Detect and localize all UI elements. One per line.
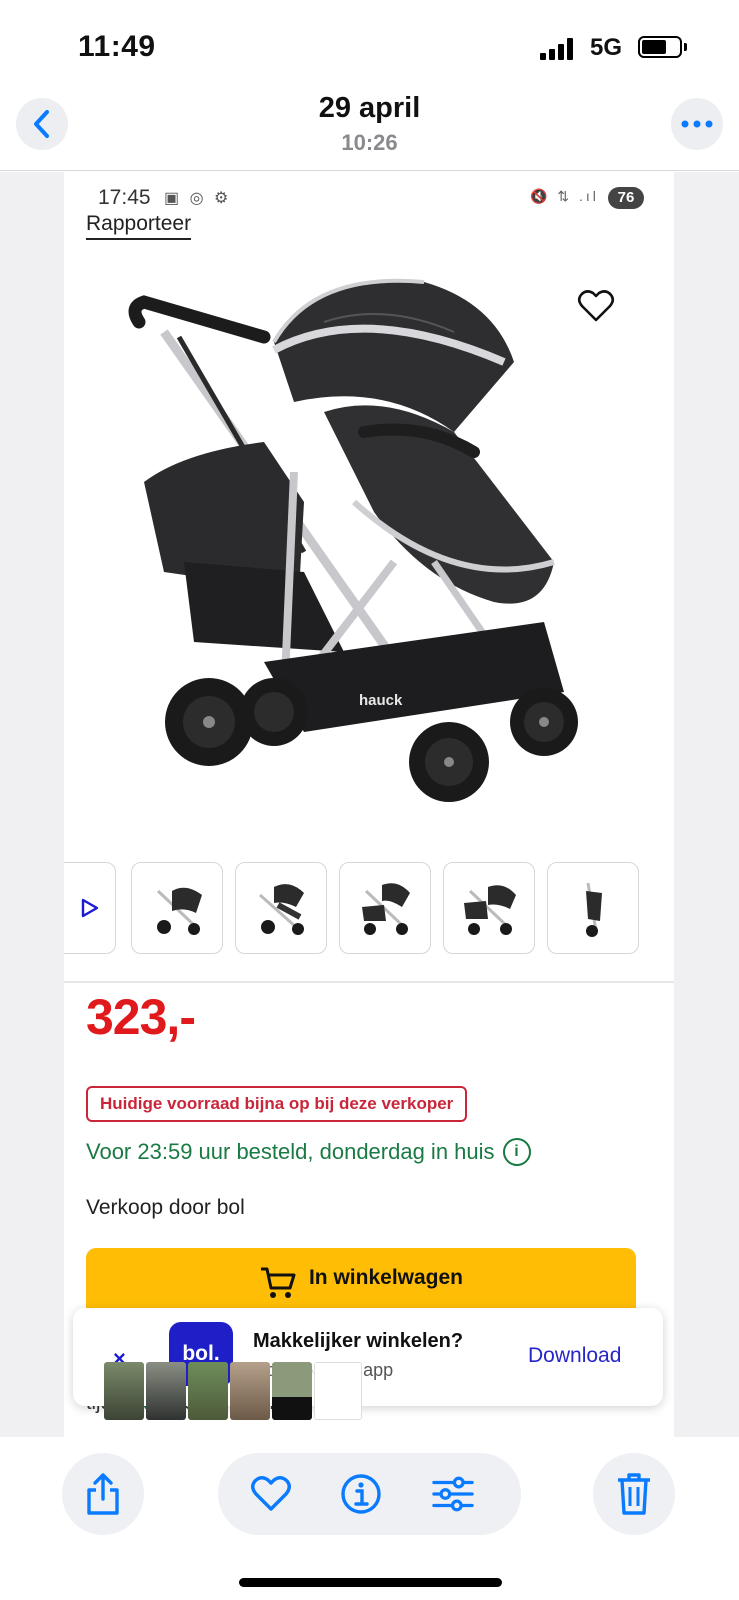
brand-label: hauck (359, 692, 403, 709)
trash-icon (618, 1473, 650, 1515)
share-button[interactable] (62, 1453, 144, 1535)
stroller-thumbnail (464, 885, 516, 935)
download-app-link[interactable]: Download (528, 1344, 621, 1368)
info-icon[interactable]: i (502, 1138, 531, 1166)
seller-info: Verkoop door bol (86, 1196, 245, 1219)
report-link[interactable]: Rapporteer (86, 212, 192, 240)
battery-tip (684, 43, 687, 51)
photo-thumbnail-strip[interactable] (104, 1362, 362, 1420)
shopping-cart-icon (260, 1267, 296, 1298)
heart-outline-icon[interactable] (576, 286, 616, 326)
inner-battery-badge: 76 (608, 187, 644, 209)
delivery-info: Voor 23:59 uur besteld, donderdag in hui… (86, 1138, 531, 1166)
stock-warning-badge: Huidige voorraad bijna op bij deze verko… (86, 1086, 468, 1122)
more-button[interactable] (671, 98, 723, 150)
stroller-thumbnail (362, 883, 410, 935)
favorite-button[interactable] (250, 1473, 292, 1515)
cellular-signal-icon (540, 38, 576, 60)
stroller-folded-thumbnail (586, 882, 602, 937)
thumbnail-video[interactable] (64, 862, 116, 954)
action-pill (218, 1453, 521, 1535)
thumbnail-image-2[interactable] (235, 862, 327, 954)
thumbnail-image-1[interactable] (131, 862, 223, 954)
ellipsis-icon (681, 120, 713, 128)
photo-date: 29 april (318, 92, 421, 124)
photo-toolbar (0, 1437, 739, 1600)
thumbnail-image-3[interactable] (339, 862, 431, 954)
inner-status-time: 17:45 (98, 186, 151, 209)
add-to-cart-label: In winkelwagen (308, 1266, 464, 1289)
info-button[interactable] (340, 1473, 382, 1515)
inner-signal-icons: 🔇 ⇅ .ıl (530, 188, 599, 204)
photo-time: 10:26 (341, 130, 398, 155)
sliders-icon (432, 1476, 474, 1512)
strip-photo[interactable] (272, 1362, 312, 1420)
section-divider (64, 981, 674, 983)
strip-photo[interactable] (146, 1362, 186, 1420)
network-type: 5G (590, 34, 623, 61)
header-divider (0, 170, 739, 171)
screenshot-photo[interactable]: 17:45 ▣ ◎ ⚙ 🔇 ⇅ .ıl 76 Rapporteer hauck (64, 172, 674, 1437)
share-icon (87, 1473, 119, 1515)
delete-button[interactable] (593, 1453, 675, 1535)
thumbnail-image-4[interactable] (443, 862, 535, 954)
strip-photo[interactable] (188, 1362, 228, 1420)
product-price: 323,- (86, 989, 196, 1045)
battery-icon (638, 36, 682, 58)
info-circle-icon (341, 1474, 381, 1514)
stroller-thumbnail (259, 884, 304, 935)
stroller-product-image[interactable]: hauck (124, 262, 614, 822)
home-indicator (239, 1578, 502, 1587)
stroller-thumbnail (156, 887, 202, 935)
status-time: 11:49 (78, 30, 156, 63)
adjust-button[interactable] (432, 1473, 474, 1515)
strip-photo[interactable] (230, 1362, 270, 1420)
thumbnail-image-5[interactable] (547, 862, 639, 954)
inner-notification-icons: ▣ ◎ ⚙ (164, 190, 232, 207)
delivery-text: Voor 23:59 uur besteld, donderdag in hui… (86, 1139, 495, 1164)
heart-icon (251, 1476, 291, 1511)
play-icon (81, 898, 99, 918)
banner-title: Makkelijker winkelen? (253, 1330, 464, 1352)
strip-photo[interactable] (104, 1362, 144, 1420)
strip-photo-current[interactable] (314, 1362, 362, 1420)
